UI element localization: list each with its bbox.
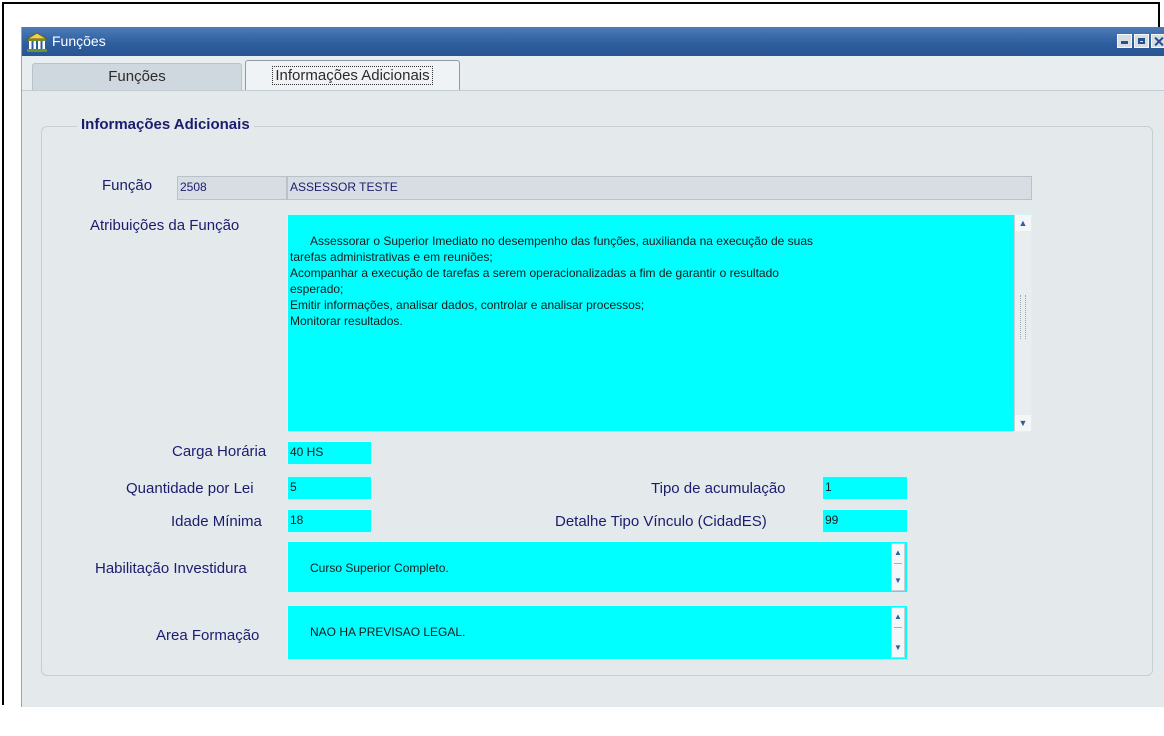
funcao-code-field: 2508 <box>177 176 287 200</box>
habilitacao-scrollbar[interactable]: ▲ ▼ <box>891 543 905 591</box>
group-title: Informações Adicionais <box>77 116 254 133</box>
idade-minima-field[interactable]: 18 <box>287 509 372 533</box>
tab-content: Informações Adicionais Função 2508 ASSES… <box>22 90 1164 707</box>
scroll-divider <box>894 563 902 564</box>
building-columns-icon <box>26 32 48 52</box>
minimize-button[interactable] <box>1117 34 1132 48</box>
idade-minima-label: Idade Mínima <box>171 513 262 530</box>
habilitacao-textarea[interactable]: Curso Superior Completo. ▲ ▼ <box>287 541 908 593</box>
atribuicoes-label: Atribuições da Função <box>90 217 240 234</box>
habilitacao-label: Habilitação Investidura <box>95 560 247 577</box>
habilitacao-text: Curso Superior Completo. <box>310 561 449 575</box>
scroll-up-icon[interactable]: ▲ <box>892 546 904 560</box>
tab-informacoes-adicionais[interactable]: Informações Adicionais <box>245 60 460 90</box>
funcoes-window: Funções Funções Informações Adicionais I… <box>21 27 1164 707</box>
scroll-up-icon[interactable]: ▲ <box>1015 215 1031 231</box>
window-title: Funções <box>52 33 106 49</box>
detalhe-vinculo-field[interactable]: 99 <box>822 509 908 533</box>
atribuicoes-scrollbar[interactable]: ▲ ▼ <box>1014 215 1031 431</box>
carga-horaria-field[interactable]: 40 HS <box>287 441 372 465</box>
quantidade-lei-label: Quantidade por Lei <box>126 480 254 497</box>
tipo-acumulacao-label: Tipo de acumulação <box>651 480 786 497</box>
detalhe-vinculo-label: Detalhe Tipo Vínculo (CidadES) <box>555 513 767 530</box>
atribuicoes-textarea[interactable]: Assessorar o Superior Imediato no desemp… <box>287 214 1032 432</box>
carga-horaria-label: Carga Horária <box>172 443 267 460</box>
area-formacao-text: NAO HA PREVISAO LEGAL. <box>310 625 466 639</box>
atribuicoes-text: Assessorar o Superior Imediato no desemp… <box>290 234 813 328</box>
area-formacao-scrollbar[interactable]: ▲ ▼ <box>891 607 905 658</box>
tipo-acumulacao-field[interactable]: 1 <box>822 476 908 500</box>
scroll-down-icon[interactable]: ▼ <box>892 574 904 588</box>
area-formacao-textarea[interactable]: NAO HA PREVISAO LEGAL. ▲ ▼ <box>287 605 908 660</box>
scroll-grip <box>1020 295 1026 339</box>
scroll-divider <box>894 627 902 628</box>
tab-funcoes[interactable]: Funções <box>32 63 242 90</box>
tab-strip: Funções Informações Adicionais <box>22 56 1164 90</box>
title-bar[interactable]: Funções <box>22 27 1164 56</box>
area-formacao-label: Area Formação <box>156 627 260 644</box>
scroll-down-icon[interactable]: ▼ <box>892 641 904 655</box>
funcao-name-field: ASSESSOR TESTE <box>287 176 1032 200</box>
close-button[interactable] <box>1151 34 1164 48</box>
scroll-up-icon[interactable]: ▲ <box>892 610 904 624</box>
tab-informacoes-adicionais-label: Informações Adicionais <box>272 66 433 85</box>
funcao-label: Função <box>102 177 153 194</box>
maximize-button[interactable] <box>1134 34 1149 48</box>
scroll-down-icon[interactable]: ▼ <box>1015 415 1031 431</box>
quantidade-lei-field[interactable]: 5 <box>287 476 372 500</box>
